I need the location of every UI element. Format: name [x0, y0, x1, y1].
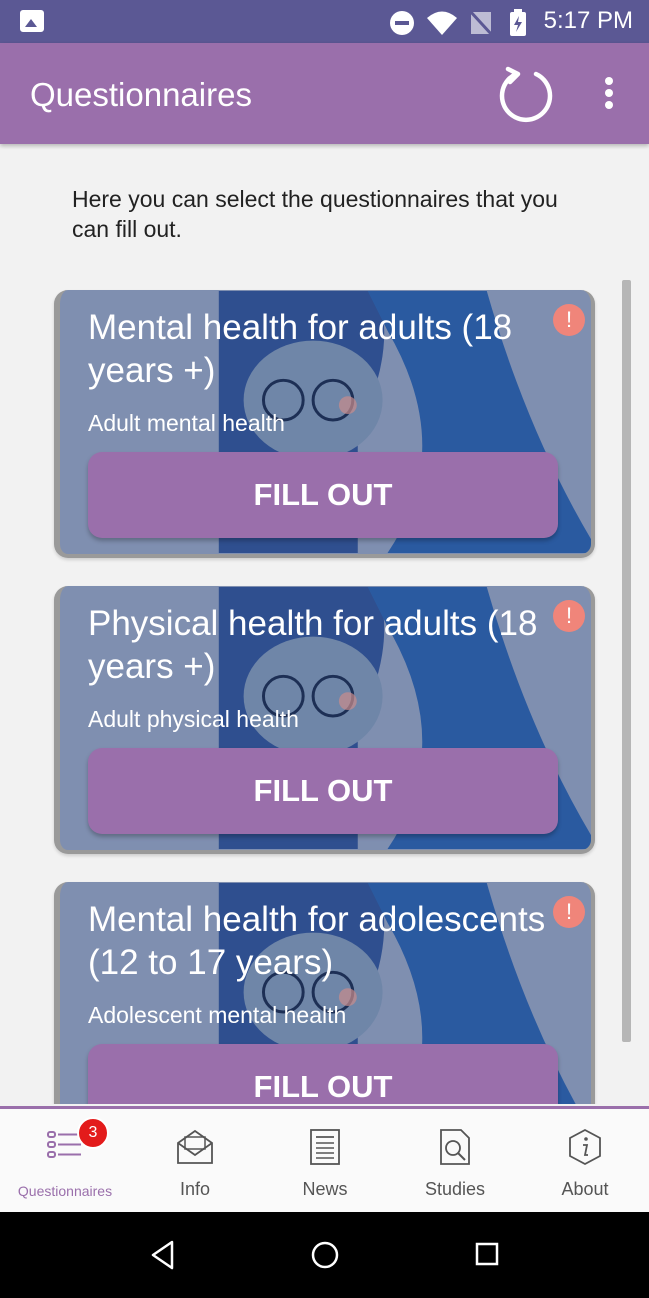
- questionnaire-list: Mental health for adults (18 years +) Ad…: [0, 280, 649, 1104]
- questionnaire-card[interactable]: Mental health for adolescents (12 to 17 …: [54, 882, 595, 1104]
- nav-item-info[interactable]: Info: [130, 1109, 260, 1209]
- fill-out-button[interactable]: FILL OUT: [88, 452, 558, 538]
- questionnaire-subtitle: Adult mental health: [88, 410, 285, 436]
- nav-label: About: [561, 1179, 609, 1199]
- info-icon: [569, 1128, 601, 1166]
- home-icon[interactable]: [310, 1240, 340, 1270]
- nav-item-studies[interactable]: Studies: [390, 1109, 520, 1209]
- scrollbar[interactable]: [622, 280, 631, 1042]
- do-not-disturb-icon: [390, 11, 414, 35]
- document-search-icon: [440, 1129, 470, 1165]
- nav-label: Studies: [424, 1179, 486, 1199]
- fill-out-button[interactable]: FILL OUT: [88, 1044, 558, 1104]
- questionnaire-card[interactable]: Mental health for adults (18 years +) Ad…: [54, 290, 595, 558]
- fill-out-button[interactable]: FILL OUT: [88, 748, 558, 834]
- system-navigation-bar: [0, 1212, 649, 1298]
- questionnaire-subtitle: Adult physical health: [88, 706, 299, 732]
- intro-text: Here you can select the questionnaires t…: [72, 186, 558, 242]
- questionnaire-title: Mental health for adolescents (12 to 17 …: [88, 900, 546, 982]
- no-signal-icon: [468, 9, 494, 37]
- questionnaire-card[interactable]: Physical health for adults (18 years +) …: [54, 586, 595, 854]
- notification-badge: 3: [77, 1117, 109, 1149]
- nav-label: Questionnaires: [17, 1183, 113, 1199]
- more-options-icon[interactable]: [595, 73, 623, 113]
- back-icon[interactable]: [150, 1240, 176, 1270]
- newspaper-icon: [310, 1129, 340, 1165]
- questionnaire-title: Physical health for adults (18 years +): [88, 604, 538, 686]
- nav-label: News: [302, 1179, 348, 1199]
- nav-item-news[interactable]: News: [260, 1109, 390, 1209]
- nav-item-about[interactable]: About: [520, 1109, 649, 1209]
- page-title: Questionnaires: [30, 76, 252, 113]
- nav-item-questionnaires[interactable]: 3 Questionnaires: [0, 1109, 130, 1209]
- gallery-icon: [20, 10, 44, 32]
- status-bar: 5:17 PM: [0, 0, 649, 43]
- recents-icon[interactable]: [474, 1240, 500, 1270]
- clock: 5:17 PM: [543, 7, 633, 34]
- bottom-navigation: 3 Questionnaires Info News Studies About: [0, 1106, 649, 1212]
- wifi-icon: [427, 11, 457, 35]
- alert-icon: !: [553, 304, 585, 336]
- app-bar: Questionnaires: [0, 43, 649, 144]
- nav-label: Info: [179, 1179, 211, 1199]
- alert-icon: !: [553, 600, 585, 632]
- battery-icon: [510, 9, 526, 36]
- envelope-icon: [177, 1129, 213, 1164]
- questionnaire-title: Mental health for adults (18 years +): [88, 308, 513, 390]
- questionnaire-subtitle: Adolescent mental health: [88, 1002, 347, 1028]
- refresh-icon[interactable]: [496, 65, 556, 125]
- alert-icon: !: [553, 896, 585, 928]
